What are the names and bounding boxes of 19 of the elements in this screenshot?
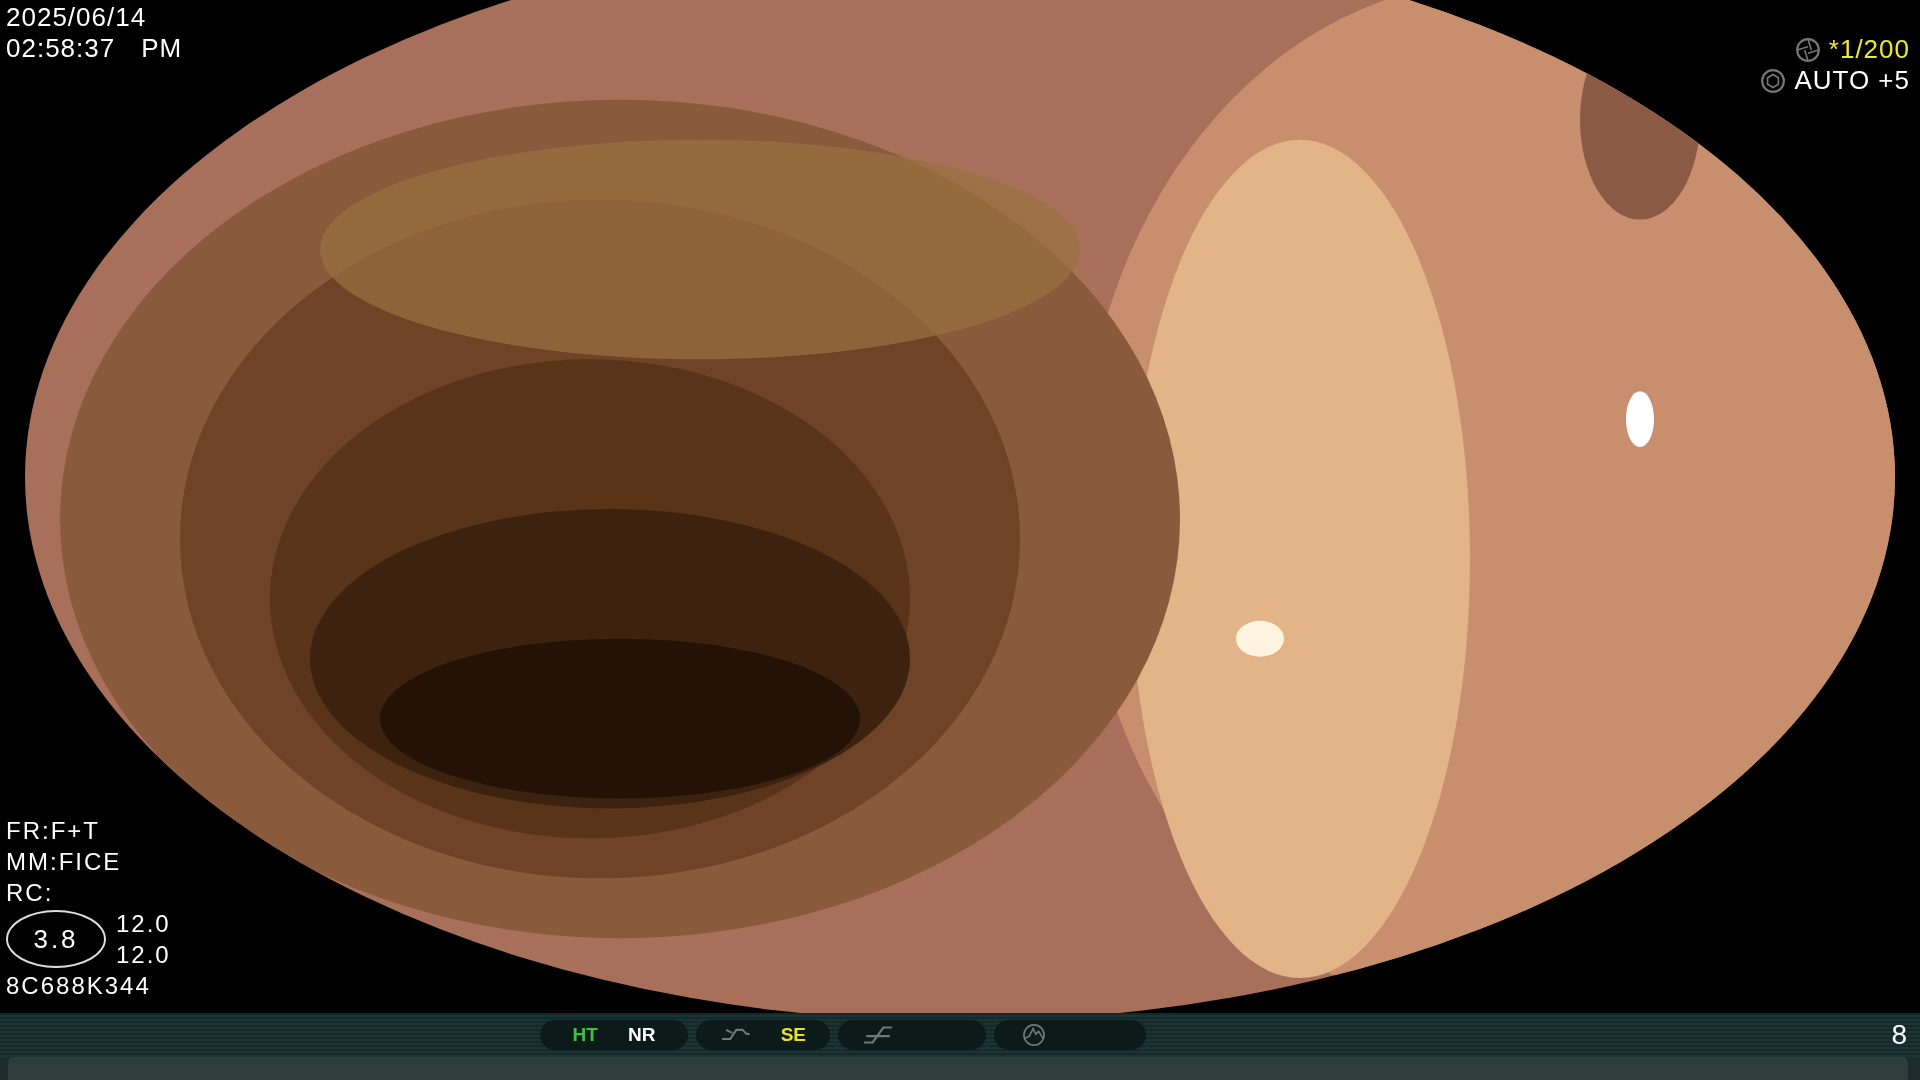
setting-text: FR:F+T [6, 816, 101, 846]
mode-label: SE [780, 1024, 806, 1046]
page-number: 8 [1891, 1019, 1908, 1051]
iris-mode-text: AUTO +5 [1794, 65, 1910, 96]
scope-id-text: 8C688K344 [6, 971, 152, 1001]
reading-text: 12.0 [116, 909, 171, 939]
setting-text: RC: [6, 878, 55, 908]
mode-label: NR [627, 1024, 656, 1046]
setting-text: MM:FICE [6, 847, 123, 877]
meridiem-text: PM [141, 33, 183, 64]
aperture-icon [1794, 36, 1821, 63]
time-text: 02:58:37 [6, 33, 116, 64]
iris-icon [1760, 67, 1787, 94]
ramp-icon [862, 1024, 894, 1046]
mode-label: HT [572, 1024, 598, 1046]
reading-text: 12.0 [116, 940, 171, 970]
zoom-ratio: 3.8 [6, 910, 106, 968]
shutter-speed-text: *1/200 [1828, 34, 1910, 65]
date-text: 2025/06/14 [6, 2, 148, 33]
